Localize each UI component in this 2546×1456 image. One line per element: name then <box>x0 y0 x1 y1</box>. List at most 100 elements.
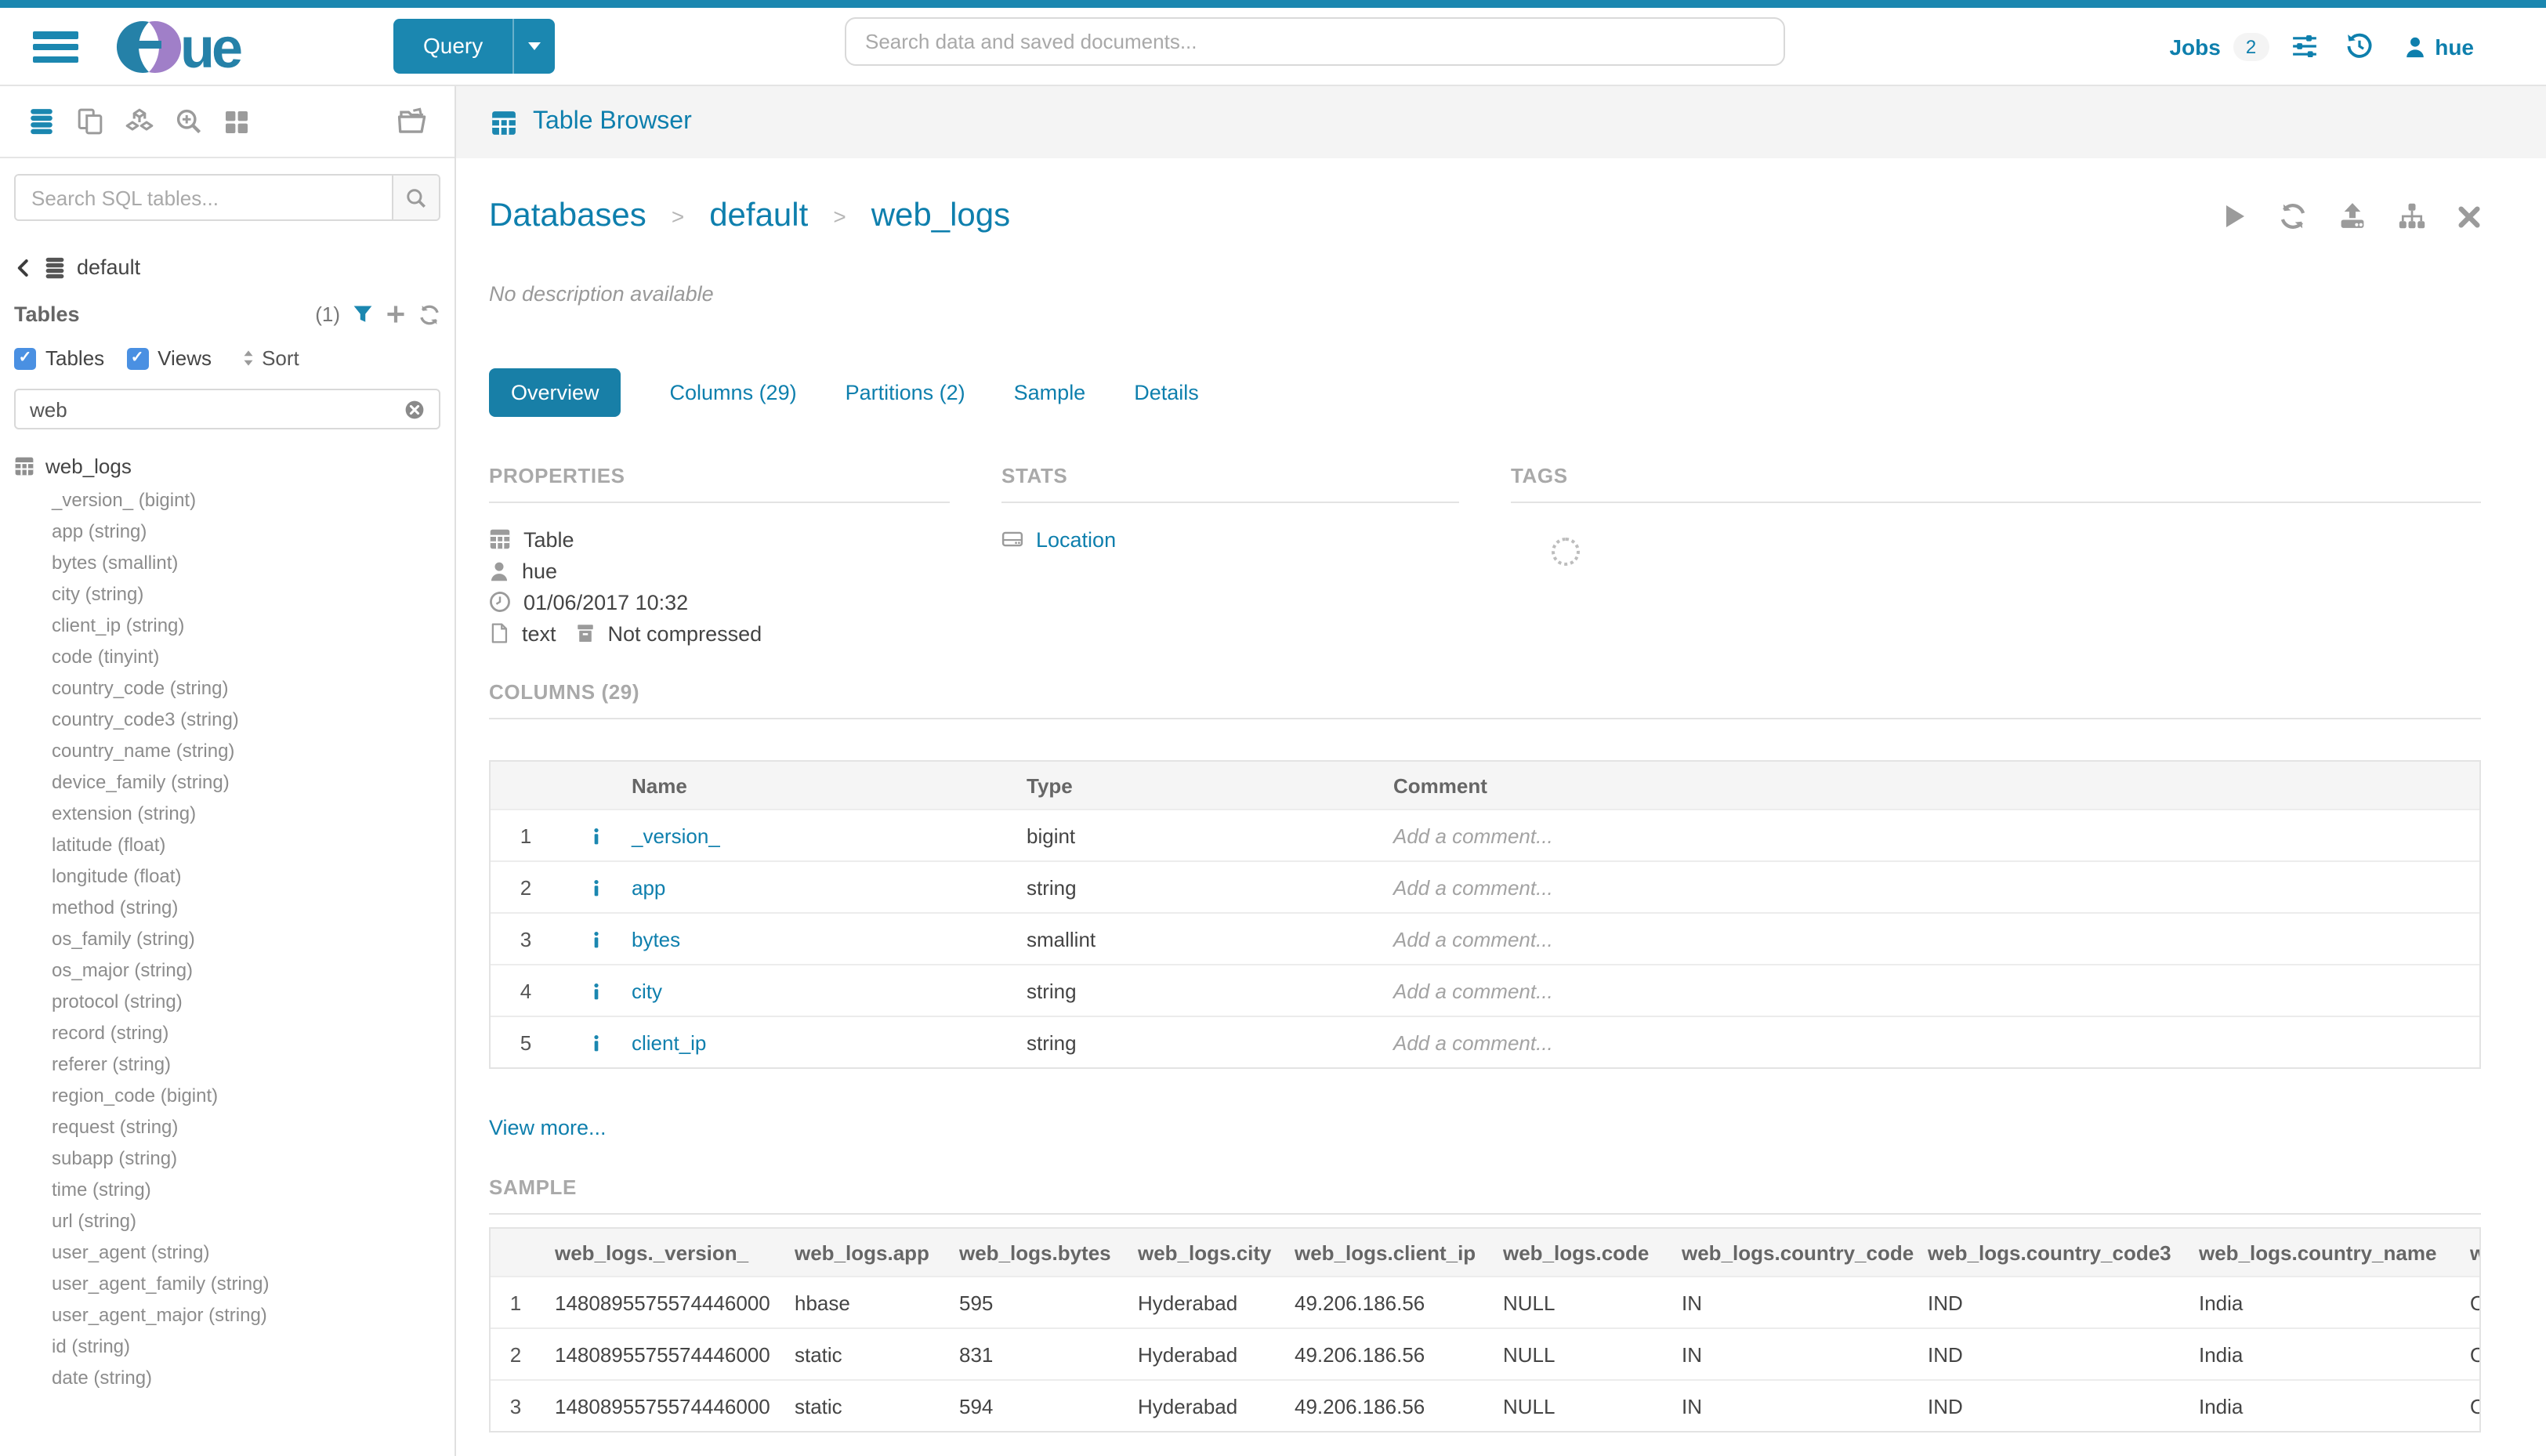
global-search-input[interactable] <box>845 17 1785 66</box>
table-description[interactable]: No description available <box>489 282 2480 306</box>
column-list-item[interactable]: os_major (string) <box>52 954 440 986</box>
functions-cubes-icon[interactable] <box>125 107 154 136</box>
zoom-plus-icon[interactable] <box>176 108 202 135</box>
filter-funnel-icon[interactable] <box>353 304 373 324</box>
column-list-item[interactable]: user_agent_major (string) <box>52 1299 440 1331</box>
comment-placeholder[interactable]: Add a comment... <box>1393 979 2479 1002</box>
hamburger-menu-icon[interactable] <box>33 31 78 63</box>
column-list-item[interactable]: referer (string) <box>52 1049 440 1080</box>
info-icon[interactable] <box>588 1032 605 1052</box>
documents-icon[interactable] <box>77 108 103 135</box>
column-list-item[interactable]: protocol (string) <box>52 986 440 1017</box>
compression: Not compressed <box>608 621 762 645</box>
sliders-icon[interactable] <box>2291 33 2317 60</box>
column-list-item[interactable]: country_code (string) <box>52 672 440 704</box>
column-list-item[interactable]: id (string) <box>52 1331 440 1362</box>
tables-checkbox[interactable]: ✓ <box>14 347 36 369</box>
column-list-item[interactable]: device_family (string) <box>52 766 440 798</box>
info-icon[interactable] <box>588 825 605 846</box>
history-icon[interactable] <box>2345 33 2372 60</box>
column-list-item[interactable]: extension (string) <box>52 798 440 829</box>
column-name-link[interactable]: client_ip <box>632 1030 706 1054</box>
query-play-icon[interactable] <box>2222 204 2247 229</box>
column-list-item[interactable]: city (string) <box>52 578 440 610</box>
column-list-item[interactable]: app (string) <box>52 516 440 547</box>
cell-app: static <box>780 1342 945 1366</box>
column-list-item[interactable]: country_name (string) <box>52 735 440 766</box>
sql-tables-search-button[interactable] <box>392 176 439 219</box>
user-menu[interactable]: hue <box>2403 34 2474 59</box>
comment-placeholder[interactable]: Add a comment... <box>1393 824 2479 847</box>
column-name-link[interactable]: app <box>632 875 665 899</box>
compression-archive-icon <box>575 622 596 644</box>
column-list-item[interactable]: country_code3 (string) <box>52 704 440 735</box>
comment-placeholder[interactable]: Add a comment... <box>1393 927 2479 951</box>
refresh-icon[interactable] <box>2278 202 2306 230</box>
info-icon[interactable] <box>588 980 605 1001</box>
sort-control[interactable]: Sort <box>240 346 299 370</box>
close-icon[interactable] <box>2457 205 2480 228</box>
query-button[interactable]: Query <box>393 19 555 74</box>
column-list-item[interactable]: os_family (string) <box>52 923 440 954</box>
tab-overview[interactable]: Overview <box>489 368 621 417</box>
refresh-tables-icon[interactable] <box>418 303 440 325</box>
table-name[interactable]: web_logs <box>45 455 132 478</box>
column-list-item[interactable]: url (string) <box>52 1205 440 1237</box>
info-icon[interactable] <box>588 877 605 897</box>
apps-grid-icon[interactable] <box>224 109 249 134</box>
column-list-item[interactable]: user_agent (string) <box>52 1237 440 1268</box>
caret-down-icon <box>528 42 541 50</box>
table-filter-input[interactable]: web <box>14 389 440 429</box>
column-list-item[interactable]: request (string) <box>52 1111 440 1143</box>
column-list-item[interactable]: client_ip (string) <box>52 610 440 641</box>
add-table-icon[interactable] <box>386 304 406 324</box>
column-list-item[interactable]: region_code (bigint) <box>52 1080 440 1111</box>
hue-logo[interactable]: ue <box>116 17 282 85</box>
database-name[interactable]: default <box>77 255 140 279</box>
sql-assist-icon[interactable] <box>28 108 55 135</box>
column-name-link[interactable]: _version_ <box>632 824 720 847</box>
import-upload-icon[interactable] <box>2338 202 2366 230</box>
table-list-item[interactable]: web_logs <box>14 455 440 478</box>
breadcrumb-database[interactable]: default <box>709 197 808 235</box>
column-list-item[interactable]: _version_ (bigint) <box>52 484 440 516</box>
jobs-count-badge[interactable]: 2 <box>2233 32 2269 60</box>
tab-sample[interactable]: Sample <box>1014 381 1086 404</box>
folder-icon[interactable] <box>397 107 426 136</box>
views-checkbox[interactable]: ✓ <box>126 347 148 369</box>
column-list-item[interactable]: bytes (smallint) <box>52 547 440 578</box>
column-name-link[interactable]: city <box>632 979 662 1002</box>
sitemap-lineage-icon[interactable] <box>2397 202 2425 230</box>
location-link[interactable]: Location <box>1036 527 1116 551</box>
breadcrumb-table[interactable]: web_logs <box>871 197 1010 235</box>
sql-tables-search-input[interactable] <box>16 176 392 219</box>
column-list-item[interactable]: longitude (float) <box>52 860 440 892</box>
tab-details[interactable]: Details <box>1134 381 1199 404</box>
query-dropdown-caret[interactable] <box>512 19 555 74</box>
column-list-item[interactable]: record (string) <box>52 1017 440 1049</box>
tables-checkbox-label[interactable]: Tables <box>45 346 104 370</box>
column-list-item[interactable]: subapp (string) <box>52 1143 440 1174</box>
sample-header-country-code3: web_logs.country_code3 <box>1914 1240 2185 1264</box>
column-list-item[interactable]: time (string) <box>52 1174 440 1205</box>
jobs-link[interactable]: Jobs <box>2169 34 2220 59</box>
column-list-item[interactable]: code (tinyint) <box>52 641 440 672</box>
breadcrumb-databases[interactable]: Databases <box>489 197 646 235</box>
column-list-item[interactable]: user_agent_family (string) <box>52 1268 440 1299</box>
column-list-item[interactable]: method (string) <box>52 892 440 923</box>
query-button-label[interactable]: Query <box>393 19 512 74</box>
tab-partitions[interactable]: Partitions (2) <box>846 381 965 404</box>
column-name-link[interactable]: bytes <box>632 927 680 951</box>
clear-filter-icon[interactable] <box>404 399 425 419</box>
sample-table-viewport[interactable]: web_logs._version_ web_logs.app web_logs… <box>489 1227 2480 1432</box>
column-list-item[interactable]: date (string) <box>52 1362 440 1393</box>
info-icon[interactable] <box>588 929 605 949</box>
comment-placeholder[interactable]: Add a comment... <box>1393 875 2479 899</box>
views-checkbox-label[interactable]: Views <box>158 346 212 370</box>
comment-placeholder[interactable]: Add a comment... <box>1393 1030 2479 1054</box>
database-breadcrumb-row[interactable]: default <box>14 255 440 279</box>
chevron-left-icon[interactable] <box>14 258 33 277</box>
view-more-link[interactable]: View more... <box>489 1116 2480 1139</box>
column-list-item[interactable]: latitude (float) <box>52 829 440 860</box>
tab-columns[interactable]: Columns (29) <box>670 381 797 404</box>
